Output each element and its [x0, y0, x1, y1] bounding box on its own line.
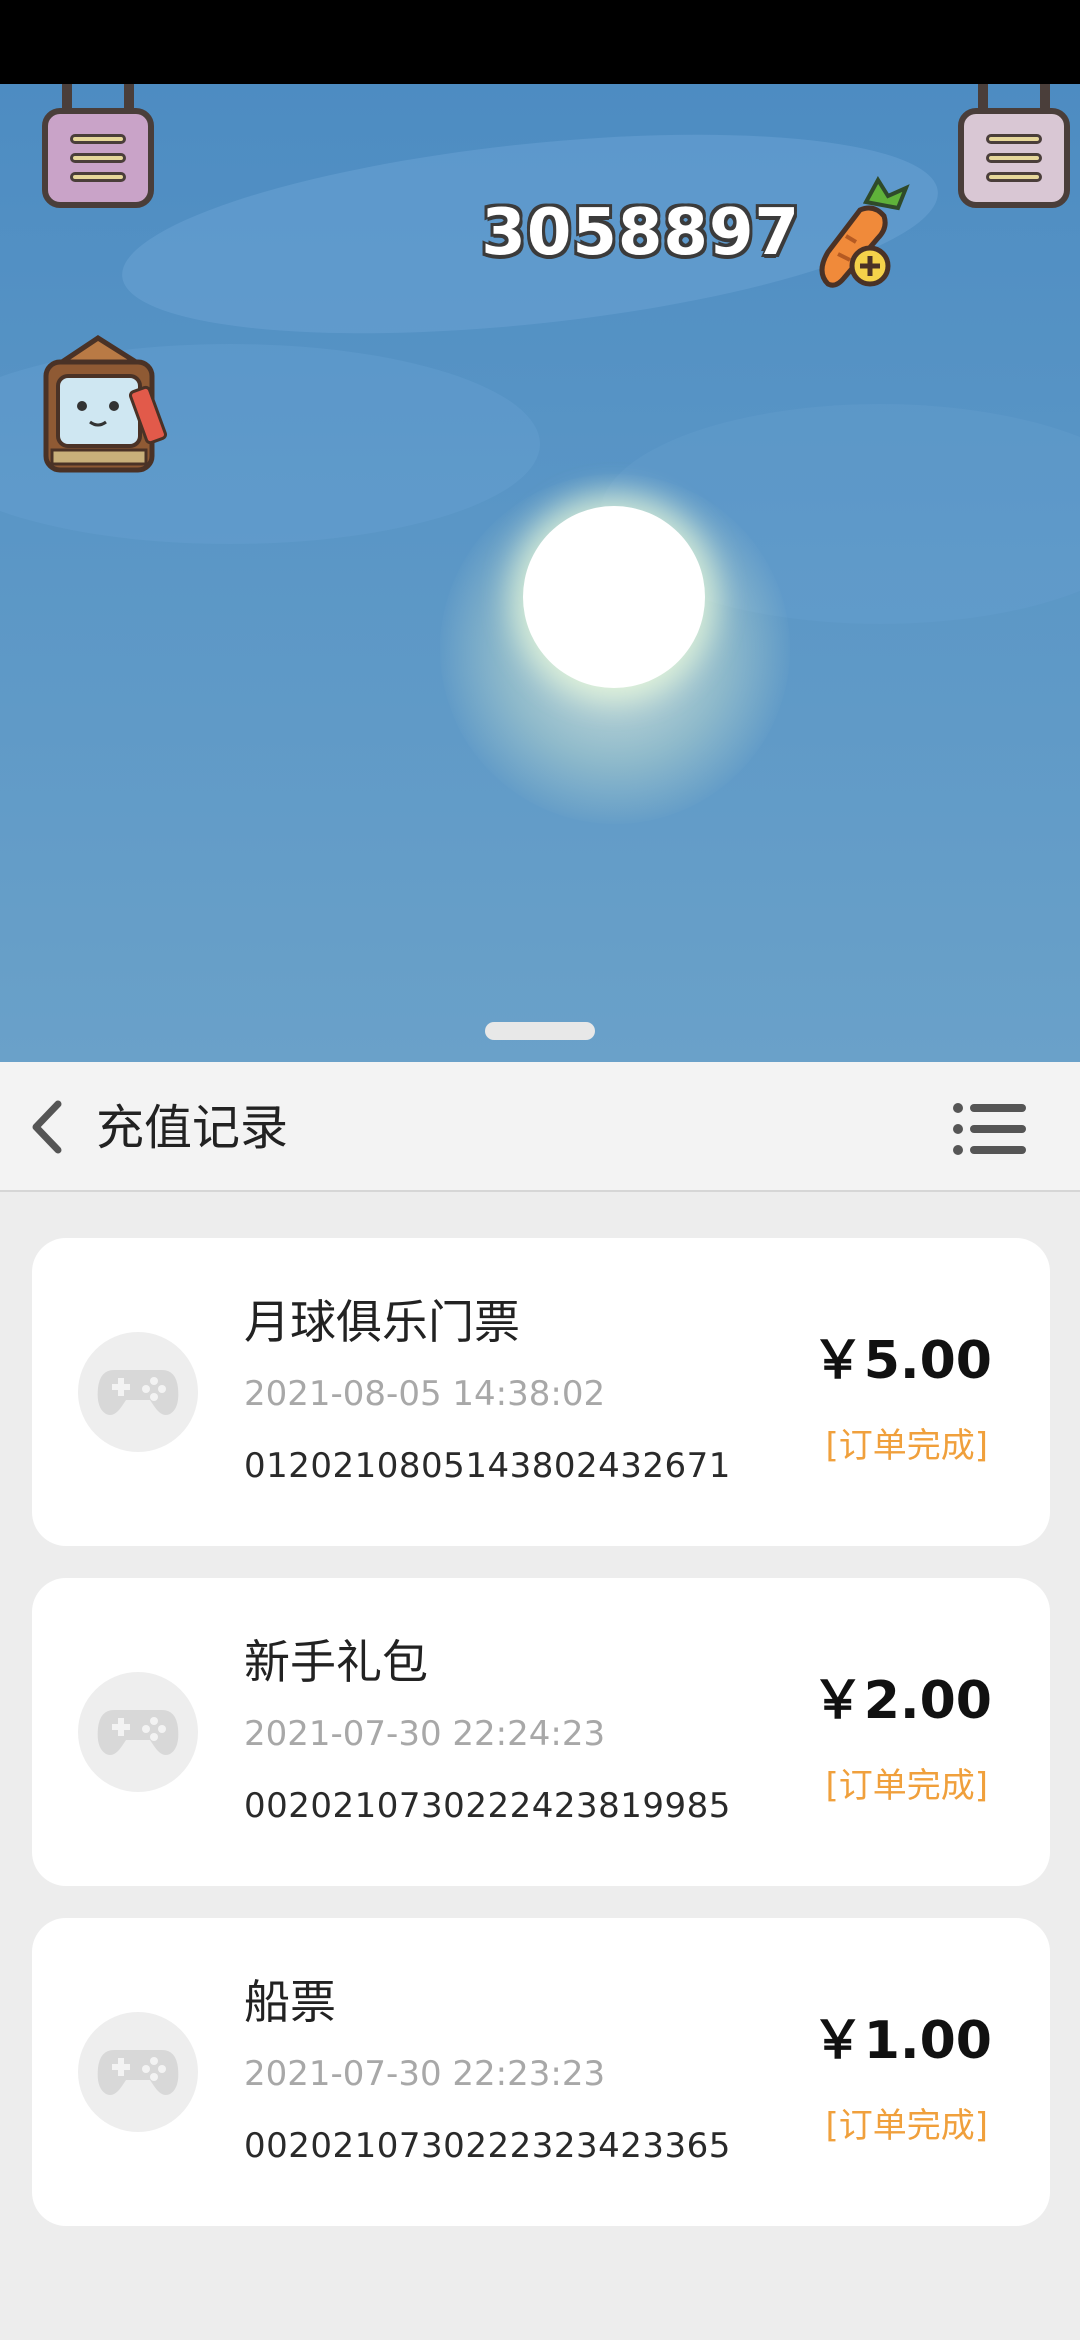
left-menu-button[interactable]	[42, 84, 154, 208]
record-order-id: 0020210730222423819985	[244, 1786, 731, 1826]
record-time: 2021-07-30 22:24:23	[244, 1714, 606, 1754]
game-view[interactable]: 3058897	[0, 84, 1080, 1062]
menu-lines-icon	[42, 108, 154, 208]
right-menu-button[interactable]	[958, 84, 1070, 208]
record-name: 新手礼包	[244, 1635, 428, 1689]
gamepad-icon	[78, 1332, 198, 1452]
record-card[interactable]: 新手礼包 2021-07-30 22:24:23 002021073022242…	[32, 1578, 1050, 1886]
screen: 3058897 充值记录 月球俱乐门票 2021-08-05 14:38:02 …	[0, 0, 1080, 2340]
record-time: 2021-08-05 14:38:02	[244, 1374, 606, 1414]
record-order-id: 0020210730222323423365	[244, 2126, 731, 2166]
record-price: ￥5.00	[811, 1331, 992, 1391]
nav-bar: 充值记录	[0, 1062, 1080, 1192]
gamepad-icon	[78, 1672, 198, 1792]
record-name: 船票	[244, 1975, 336, 2029]
list-icon[interactable]	[950, 1096, 1030, 1162]
status-bar	[0, 0, 1080, 84]
record-status: [订单完成]	[825, 1426, 988, 1466]
record-card[interactable]: 月球俱乐门票 2021-08-05 14:38:02 0120210805143…	[32, 1238, 1050, 1546]
record-price: ￥1.00	[811, 2011, 992, 2071]
sheet-drag-handle[interactable]	[485, 1022, 595, 1040]
mascot-shrine-icon[interactable]	[32, 332, 167, 482]
carrot-count: 3058897	[481, 196, 800, 270]
menu-lines-icon	[958, 108, 1070, 208]
record-time: 2021-07-30 22:23:23	[244, 2054, 606, 2094]
carrot-add-icon[interactable]	[808, 174, 918, 294]
record-order-id: 0120210805143802432671	[244, 1446, 731, 1486]
record-price: ￥2.00	[811, 1671, 992, 1731]
page-title: 充值记录	[96, 1100, 289, 1156]
moon	[523, 506, 705, 688]
record-name: 月球俱乐门票	[244, 1295, 520, 1349]
gamepad-icon	[78, 2012, 198, 2132]
recharge-records-sheet: 充值记录 月球俱乐门票 2021-08-05 14:38:02 01202108…	[0, 1062, 1080, 2340]
record-card[interactable]: 船票 2021-07-30 22:23:23 00202107302223234…	[32, 1918, 1050, 2226]
chevron-left-icon[interactable]	[14, 1092, 84, 1162]
record-status: [订单完成]	[825, 1766, 988, 1806]
record-status: [订单完成]	[825, 2106, 988, 2146]
